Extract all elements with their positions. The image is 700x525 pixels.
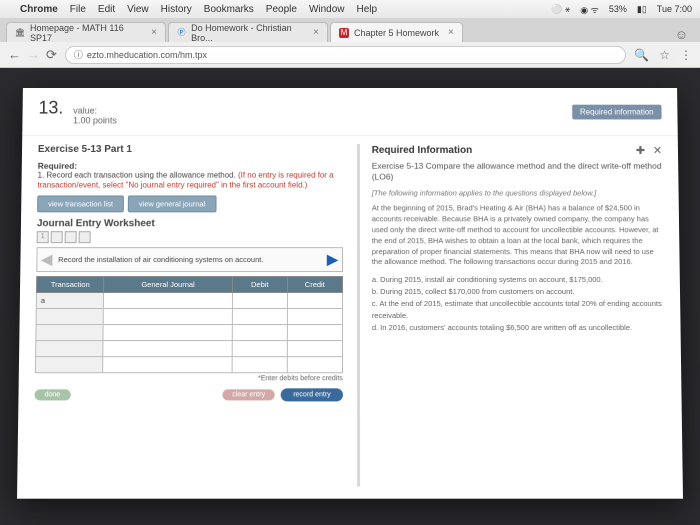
tab-chapter5[interactable]: M Chapter 5 Homework × <box>330 22 463 42</box>
step-box[interactable] <box>79 231 91 243</box>
clock: Tue 7:00 <box>657 4 692 14</box>
debit-cell[interactable] <box>232 324 287 340</box>
done-button[interactable]: done <box>35 389 71 400</box>
info-note: [The following information applies to th… <box>372 189 663 198</box>
instruction-text: Record the installation of air condition… <box>52 255 327 264</box>
info-item-d: d. In 2016, customers' accounts totaling… <box>372 322 665 334</box>
tab-icon: 🏛 <box>15 28 25 38</box>
credit-cell[interactable] <box>287 308 342 324</box>
menu-history[interactable]: History <box>161 4 192 15</box>
reload-button[interactable]: ⟳ <box>46 47 57 63</box>
wifi-icon: ◉ ᯤ <box>580 3 599 16</box>
close-icon[interactable]: × <box>313 27 319 38</box>
tab-label: Chapter 5 Homework <box>354 28 439 38</box>
debit-cell[interactable] <box>232 292 287 308</box>
url-text: ezto.mheducation.com/hm.tpx <box>87 50 207 60</box>
menu-people[interactable]: People <box>266 4 297 15</box>
th-debit: Debit <box>232 276 287 292</box>
credit-cell[interactable] <box>287 292 342 308</box>
required-info-button[interactable]: Required information <box>572 104 662 119</box>
debit-cell[interactable] <box>232 356 287 372</box>
exercise-title: Exercise 5-13 Part 1 <box>38 144 343 155</box>
expand-icon[interactable]: ✚ <box>636 144 645 157</box>
menu-edit[interactable]: Edit <box>98 4 115 15</box>
close-icon[interactable]: × <box>151 27 157 38</box>
star-icon[interactable]: ☆ <box>659 48 670 62</box>
tab-label: Homepage - MATH 116 SP17 <box>30 23 142 43</box>
menu-icon[interactable]: ⋮ <box>680 48 692 62</box>
profile-icon[interactable]: ☺ <box>669 27 694 42</box>
credit-cell[interactable] <box>287 324 342 340</box>
back-button[interactable]: ← <box>8 47 21 63</box>
tab-icon: Ⓟ <box>177 28 186 38</box>
debit-cell[interactable] <box>232 340 287 356</box>
menu-window[interactable]: Window <box>309 4 345 15</box>
address-bar[interactable]: ⓘ ezto.mheducation.com/hm.tpx <box>65 46 626 64</box>
tab-icon: M <box>339 28 349 38</box>
value-label: value: <box>73 106 97 116</box>
prev-arrow-icon[interactable]: ◀ <box>41 251 52 268</box>
th-credit: Credit <box>287 276 342 292</box>
view-general-journal-button[interactable]: view general journal <box>128 195 217 212</box>
credit-cell[interactable] <box>287 356 342 372</box>
tab-homepage[interactable]: 🏛 Homepage - MATH 116 SP17 × <box>6 22 166 42</box>
worksheet-title: Journal Entry Worksheet <box>37 218 343 229</box>
close-icon[interactable]: × <box>448 27 454 38</box>
required-label: Required: <box>38 161 343 171</box>
close-icon[interactable]: ✕ <box>653 144 662 157</box>
account-cell[interactable] <box>103 308 232 324</box>
question-number: 13. <box>38 98 63 119</box>
points: 1.00 points <box>73 116 117 126</box>
view-transaction-list-button[interactable]: view transaction list <box>37 195 124 212</box>
info-item-a: a. During 2015, install air conditioning… <box>372 274 664 286</box>
account-cell[interactable] <box>103 340 232 356</box>
info-item-c: c. At the end of 2015, estimate that unc… <box>372 298 665 322</box>
menu-file[interactable]: File <box>70 4 86 15</box>
step-box[interactable]: 1 <box>37 231 49 243</box>
clear-entry-button[interactable]: clear entry <box>222 389 275 400</box>
account-cell[interactable] <box>103 356 232 372</box>
tab-dohomework[interactable]: Ⓟ Do Homework - Christian Bro... × <box>168 22 328 42</box>
account-cell[interactable] <box>103 324 232 340</box>
battery-pct: 53% <box>609 4 627 14</box>
required-text: 1. Record each transaction using the all… <box>38 171 239 180</box>
step-box[interactable] <box>65 231 77 243</box>
hint-text: *Enter debits before credits <box>35 375 343 382</box>
info-body: At the beginning of 2015, Brad's Heating… <box>372 204 664 269</box>
info-subtitle: Exercise 5-13 Compare the allowance meth… <box>372 161 663 183</box>
forward-button: → <box>27 47 40 63</box>
step-box[interactable] <box>51 231 63 243</box>
record-entry-button[interactable]: record entry <box>281 388 343 401</box>
info-icon: ⓘ <box>74 48 83 61</box>
debit-cell[interactable] <box>232 308 287 324</box>
tab-label: Do Homework - Christian Bro... <box>191 23 304 43</box>
next-arrow-icon[interactable]: ▶ <box>327 251 338 268</box>
account-cell[interactable] <box>104 292 233 308</box>
th-transaction: Transaction <box>36 276 103 292</box>
th-general-journal: General Journal <box>104 276 233 292</box>
row-label: a <box>36 292 104 308</box>
menu-bookmarks[interactable]: Bookmarks <box>204 4 254 15</box>
menu-help[interactable]: Help <box>357 4 378 15</box>
info-panel-title: Required Information <box>372 145 473 156</box>
app-name: Chrome <box>20 4 58 15</box>
menu-view[interactable]: View <box>127 4 149 15</box>
credit-cell[interactable] <box>287 340 342 356</box>
bluetooth-icon: ⚪ ⚹ <box>551 4 570 15</box>
journal-entry-table: Transaction General Journal Debit Credit… <box>35 276 343 373</box>
battery-icon: ▮▯ <box>637 4 647 15</box>
search-icon[interactable]: 🔍 <box>634 48 649 62</box>
info-item-b: b. During 2015, collect $170,000 from cu… <box>372 286 664 298</box>
